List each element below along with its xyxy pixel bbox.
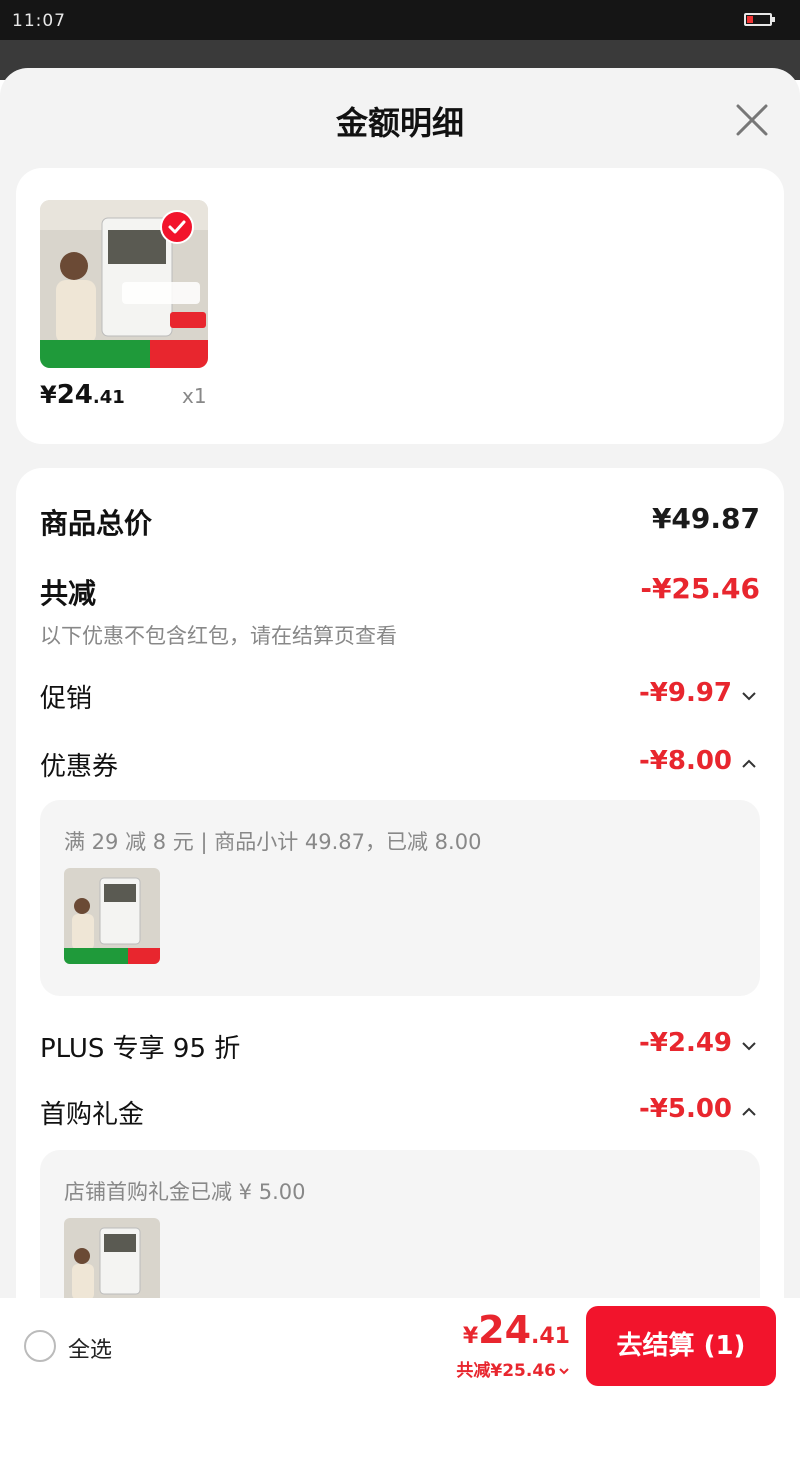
reduce-label: 共减 [40,577,97,610]
total-label: 商品总价 [40,507,153,540]
product-price: ¥24.41 [40,380,125,410]
status-bar: 11:07 [0,0,800,40]
checkout-total: ¥24.41 [462,1308,570,1352]
total-value: ¥49.87 [651,502,760,535]
amount-detail-sheet: 金额明细 ¥24.41 x1 商品总价 ¥49.87 共减 -¥25.46 以下… [0,68,800,1461]
coupon-detail-text: 满 29 减 8 元 | 商品小计 49.87，已减 8.00 [64,830,482,854]
gift-row[interactable]: 首购礼金 -¥5.00 [40,1094,760,1134]
saved-summary[interactable]: 共减¥25.46 [456,1356,570,1381]
bottom-safe-area [0,1394,800,1461]
close-icon[interactable] [734,102,770,138]
promo-row[interactable]: 促销 -¥9.97 [40,678,760,718]
chevron-up-icon[interactable] [740,756,758,770]
coupon-row[interactable]: 优惠券 -¥8.00 [40,746,760,786]
plus-label: PLUS 专享 95 折 [40,1034,241,1064]
checkout-bar: 全选 ¥24.41 共减¥25.46 去结算 (1) [0,1298,800,1394]
product-quantity: x1 [182,384,207,408]
coupon-value: -¥8.00 [638,746,732,776]
saved-text: 共减¥25.46 [456,1361,556,1381]
plus-value: -¥2.49 [638,1028,732,1058]
product-card: ¥24.41 x1 [16,168,784,444]
total-row: 商品总价 ¥49.87 [40,502,760,542]
gift-label: 首购礼金 [40,1100,145,1130]
select-all-label[interactable]: 全选 [68,1332,112,1364]
chevron-down-icon[interactable] [740,688,758,702]
promo-label: 促销 [40,684,93,714]
gift-value: -¥5.00 [638,1094,732,1124]
chevron-up-icon[interactable] [740,1104,758,1118]
coupon-label: 优惠券 [40,752,119,782]
plus-row[interactable]: PLUS 专享 95 折 -¥2.49 [40,1028,760,1068]
selected-check-icon[interactable] [160,210,194,244]
promo-value: -¥9.97 [638,678,732,708]
gift-detail-text: 店铺首购礼金已减 ¥ 5.00 [64,1180,306,1204]
status-time: 11:07 [12,11,66,31]
chevron-down-icon [558,1361,570,1375]
reduce-note: 以下优惠不包含红包，请在结算页查看 [40,624,397,648]
sheet-title: 金额明细 [335,104,464,142]
checkout-button[interactable]: 去结算 (1) [586,1306,776,1386]
reduce-value: -¥25.46 [640,572,760,605]
coupon-detail-box: 满 29 减 8 元 | 商品小计 49.87，已减 8.00 [40,800,760,996]
reduce-row: 共减 -¥25.46 [40,572,760,612]
coupon-product-image [64,868,160,964]
select-all-radio[interactable] [24,1330,56,1362]
battery-icon [744,13,775,26]
chevron-down-icon[interactable] [740,1038,758,1052]
